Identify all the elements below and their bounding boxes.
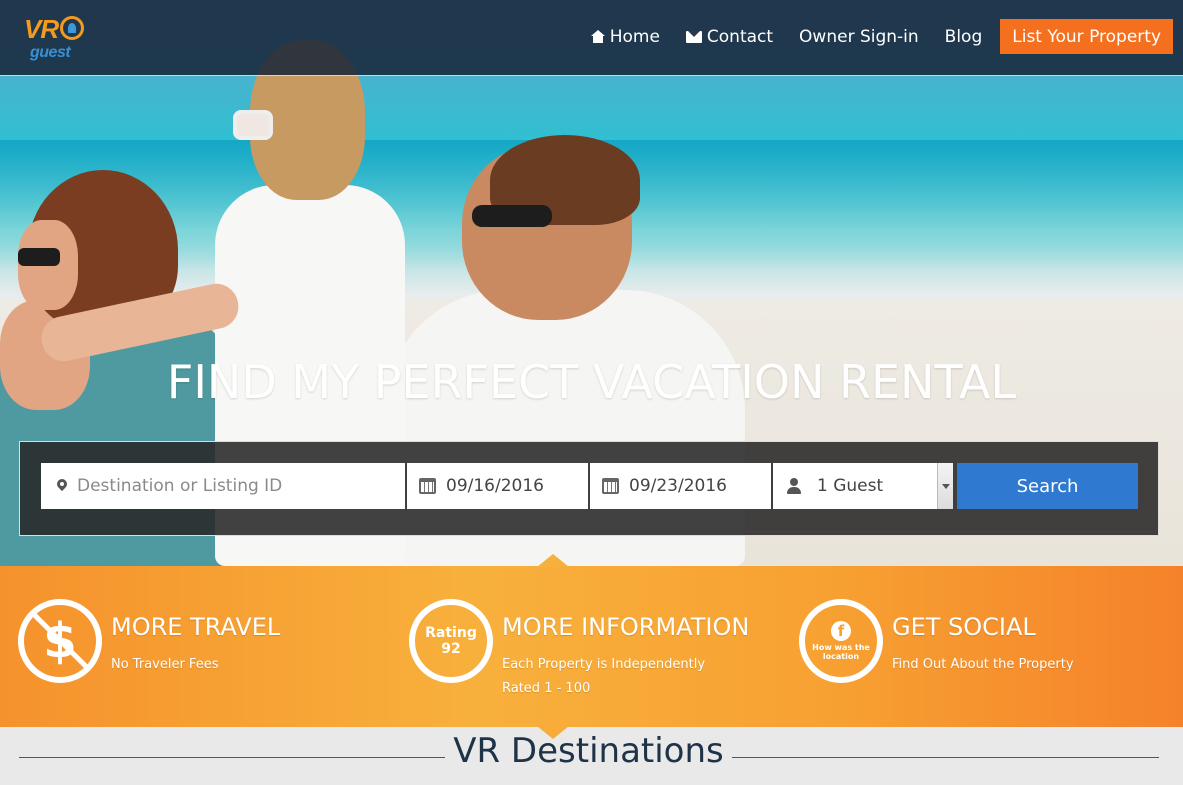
guests-select[interactable]: 1 Guest — [773, 463, 953, 509]
logo-subtext: guest — [30, 44, 71, 61]
divider-line — [19, 757, 445, 758]
calendar-icon — [419, 478, 436, 494]
feature-description: Find Out About the Property — [892, 657, 1074, 672]
band-notch-top — [537, 554, 569, 567]
nav-contact-link[interactable]: Contact — [685, 26, 774, 47]
rating-badge-icon: Rating 92 — [409, 599, 493, 683]
guests-selected-value: 1 Guest — [817, 476, 884, 496]
feature-description: Each Property is Independently Rated 1 -… — [502, 657, 706, 696]
no-fees-icon: $ — [18, 599, 102, 683]
nav-home-link[interactable]: Home — [590, 26, 660, 47]
site-logo[interactable]: VR guest — [24, 14, 94, 70]
destination-input[interactable]: Destination or Listing ID — [41, 463, 405, 509]
checkin-date-input[interactable]: 09/16/2016 — [407, 463, 588, 509]
search-button[interactable]: Search — [957, 463, 1138, 509]
envelope-icon — [685, 30, 702, 43]
facebook-badge: f How was the location — [799, 599, 883, 683]
home-icon — [590, 30, 605, 43]
nav-contact-label: Contact — [706, 26, 774, 47]
checkout-date-value: 09/23/2016 — [629, 476, 727, 496]
destination-placeholder: Destination or Listing ID — [77, 476, 283, 496]
checkin-date-value: 09/16/2016 — [446, 476, 544, 496]
nav-links: Home Contact Owner Sign-in Blog List You… — [565, 19, 1173, 54]
chevron-down-icon[interactable] — [937, 463, 953, 509]
logo-text: VR — [24, 14, 59, 44]
logo-ring-icon — [60, 16, 84, 40]
nav-owner-signin-link[interactable]: Owner Sign-in — [799, 27, 919, 47]
nav-home-label: Home — [609, 26, 660, 47]
list-your-property-button[interactable]: List Your Property — [1000, 19, 1173, 54]
feature-title: GET SOCIAL — [892, 613, 1036, 641]
rating-badge-value: 92 — [441, 641, 461, 657]
feature-description: No Traveler Fees — [111, 657, 219, 672]
facebook-icon: f — [831, 621, 851, 641]
top-navbar: VR guest Home Contact Owner Sign-in Blog… — [0, 0, 1183, 76]
divider-line — [732, 757, 1159, 758]
map-pin-icon — [57, 479, 67, 493]
user-icon — [787, 478, 801, 494]
rating-badge-label: Rating — [425, 625, 477, 641]
feature-title: MORE TRAVEL — [111, 613, 281, 641]
nav-blog-link[interactable]: Blog — [945, 27, 983, 47]
feature-title: MORE INFORMATION — [502, 613, 750, 641]
search-panel: Destination or Listing ID 09/16/2016 09/… — [19, 441, 1159, 536]
checkout-date-input[interactable]: 09/23/2016 — [590, 463, 771, 509]
facebook-badge-label: How was the location — [812, 643, 870, 661]
hero-headline: FIND MY PERFECT VACATION RENTAL — [166, 355, 1017, 409]
features-band — [0, 566, 1183, 727]
calendar-icon — [602, 478, 619, 494]
destinations-heading: VR Destinations — [453, 731, 724, 771]
